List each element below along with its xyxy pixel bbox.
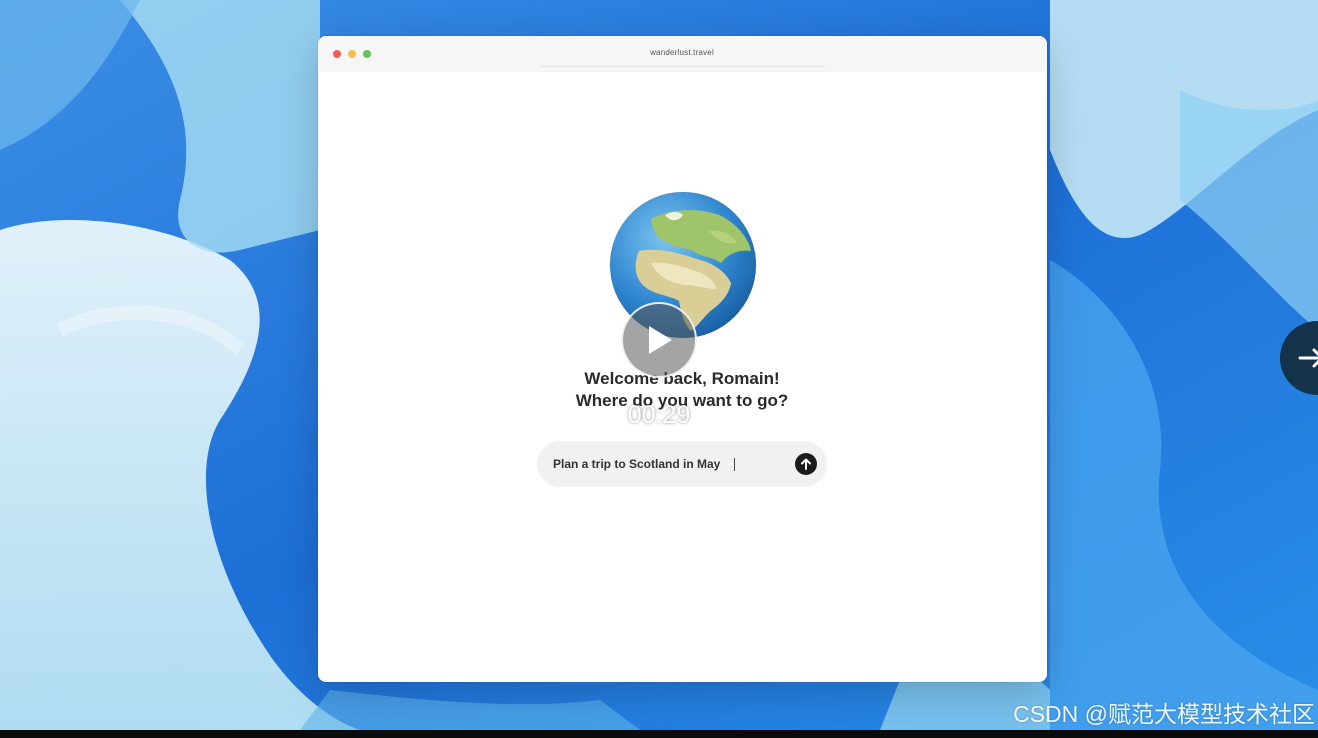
minimize-window-button[interactable] <box>348 50 356 58</box>
address-bar[interactable]: wanderlust.travel <box>538 46 826 60</box>
watermark: CSDN @赋范大模型技术社区 <box>1013 701 1315 727</box>
video-timestamp: 00:29 <box>627 401 691 429</box>
maximize-window-button[interactable] <box>363 50 371 58</box>
bottom-bar <box>0 730 1318 738</box>
close-window-button[interactable] <box>333 50 341 58</box>
video-play-button[interactable] <box>621 302 697 378</box>
destination-prompt-box <box>537 441 827 487</box>
address-bar-divider <box>540 66 826 67</box>
send-button[interactable] <box>795 453 817 475</box>
destination-prompt-input[interactable] <box>553 456 783 472</box>
text-caret <box>734 458 735 471</box>
play-icon <box>649 326 672 354</box>
welcome-greeting: Welcome back, Romain! <box>584 369 780 388</box>
arrow-up-icon <box>801 458 811 470</box>
window-titlebar: wanderlust.travel <box>318 36 1047 72</box>
arrow-right-icon <box>1298 348 1318 368</box>
